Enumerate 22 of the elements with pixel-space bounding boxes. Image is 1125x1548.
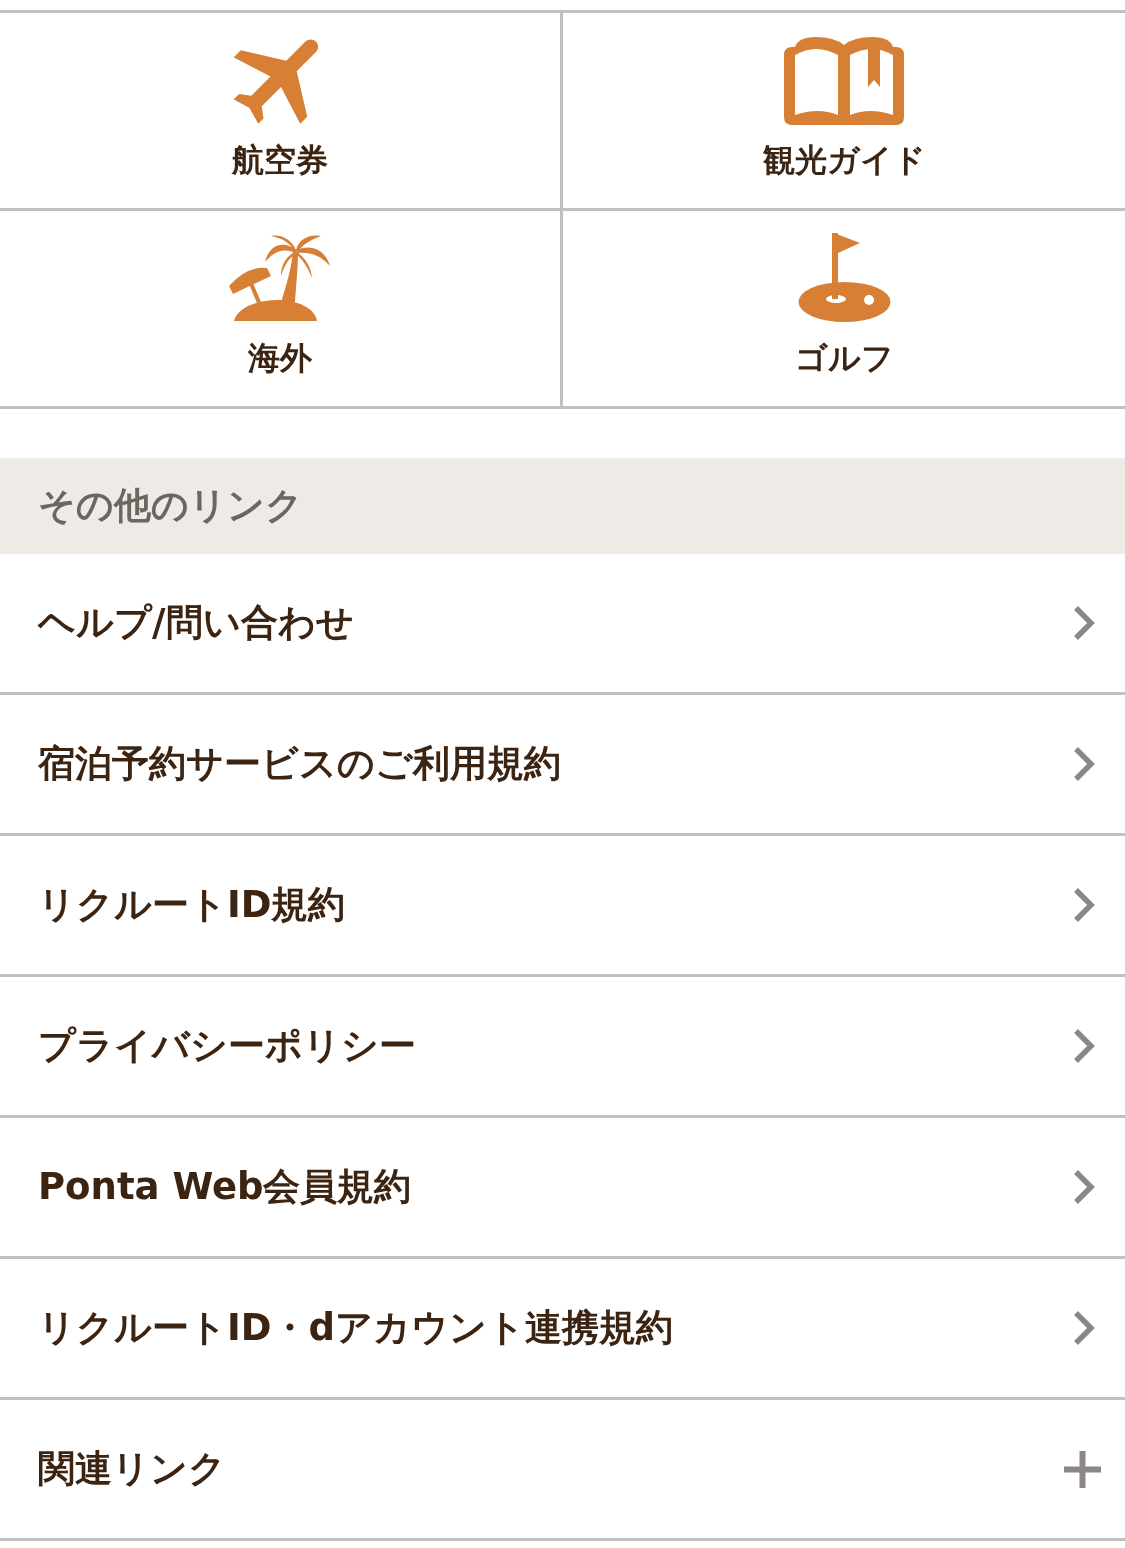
chevron-right-icon — [1073, 1310, 1095, 1346]
category-link[interactable]: ゴルフ — [563, 211, 1125, 409]
section-title: その他のリンク — [38, 483, 303, 529]
chevron-right-icon — [1073, 1169, 1095, 1205]
chevron-right-icon — [1073, 887, 1095, 923]
category-link[interactable]: 海外 — [0, 211, 563, 409]
category-link[interactable]: 航空券 — [0, 13, 563, 211]
palm-island-icon — [229, 234, 331, 322]
menu-link[interactable]: リクルートID規約 — [0, 836, 1125, 977]
golf-flag-icon — [797, 233, 891, 323]
chevron-right-icon — [1073, 746, 1095, 782]
chevron-right-icon — [1073, 1028, 1095, 1064]
chevron-right-icon — [1073, 605, 1095, 641]
menu-link[interactable]: Ponta Web会員規約 — [0, 1118, 1125, 1259]
menu-link[interactable]: 宿泊予約サービスのご利用規約 — [0, 695, 1125, 836]
menu-link[interactable]: プライバシーポリシー — [0, 977, 1125, 1118]
menu-link[interactable]: リクルートID・dアカウント連携規約 — [0, 1259, 1125, 1400]
expandable-menu-item[interactable]: 関連リンク — [0, 1400, 1125, 1541]
plus-icon — [1064, 1450, 1101, 1488]
category-link[interactable]: 観光ガイド — [563, 13, 1125, 211]
open-book-icon — [784, 35, 904, 125]
menu-link[interactable]: ヘルプ/問い合わせ — [0, 554, 1125, 695]
